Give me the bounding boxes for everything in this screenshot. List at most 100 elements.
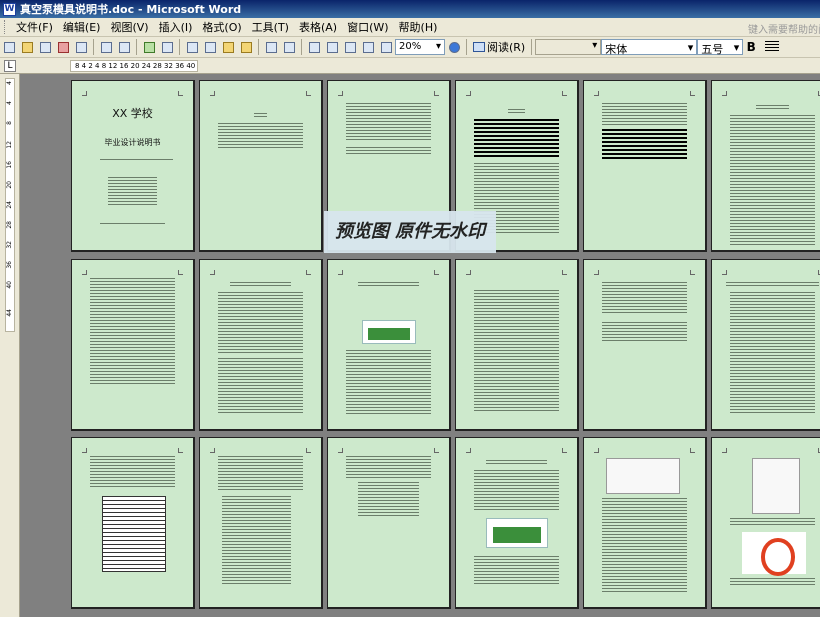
page-thumbnail[interactable] <box>199 80 323 252</box>
undo-button[interactable] <box>263 39 279 55</box>
page-thumbnail[interactable] <box>327 437 451 609</box>
page-thumbnail[interactable] <box>71 437 195 609</box>
page-thumbnail[interactable] <box>199 437 323 609</box>
page-corner-mark <box>594 448 599 453</box>
help-button[interactable] <box>446 39 462 55</box>
font-size-select[interactable]: 五号 ▾ <box>697 39 744 56</box>
horizontal-ruler[interactable]: 8 4 2 4 8 12 16 20 24 28 32 36 40 44 48 <box>70 60 198 72</box>
tables-borders-button[interactable] <box>324 39 340 55</box>
style-select[interactable]: ▾ <box>535 39 602 55</box>
preview-watermark: 预览图 原件无水印 <box>324 211 496 253</box>
menu-help[interactable]: 帮助(H) <box>394 19 443 35</box>
v-ruler-tick: 28 <box>6 221 13 229</box>
font-size-value: 五号 <box>701 43 724 56</box>
menu-table[interactable]: 表格(A) <box>294 19 342 35</box>
v-ruler-tick: 24 <box>6 201 13 209</box>
research-button[interactable] <box>159 39 175 55</box>
save-button[interactable] <box>37 39 53 55</box>
watermark-text: 预览图 原件无水印 <box>334 221 486 242</box>
v-ruler-tick: 32 <box>6 241 13 249</box>
format-painter-icon <box>240 41 252 53</box>
copy-button[interactable] <box>202 39 218 55</box>
page-thumbnail[interactable] <box>583 437 707 609</box>
scissors-icon <box>186 41 198 53</box>
page-thumbnail[interactable] <box>711 80 820 252</box>
page-thumbnail[interactable]: XX 学校 毕业设计说明书 <box>71 80 195 252</box>
menu-tools[interactable]: 工具(T) <box>247 19 294 35</box>
insert-table-button[interactable] <box>342 39 358 55</box>
page-thumbnail[interactable] <box>327 259 451 431</box>
heading-block <box>358 282 419 286</box>
new-document-button[interactable] <box>1 39 17 55</box>
page-thumbnail[interactable] <box>71 259 195 431</box>
page-corner-mark <box>722 91 727 96</box>
chevron-down-icon: ▾ <box>687 41 694 54</box>
columns-button[interactable] <box>360 39 376 55</box>
heading-block <box>726 282 819 286</box>
text-block <box>346 147 431 155</box>
tab-selector[interactable]: L <box>4 60 16 72</box>
page-thumbnail[interactable] <box>199 259 323 431</box>
hyperlink-button[interactable] <box>306 39 322 55</box>
paste-button[interactable] <box>220 39 236 55</box>
menu-insert[interactable]: 插入(I) <box>154 19 198 35</box>
justify-icon[interactable] <box>765 41 780 53</box>
drawing-button[interactable] <box>378 39 394 55</box>
data-table-sketch <box>102 496 166 572</box>
spelling-button[interactable] <box>141 39 157 55</box>
document-canvas[interactable]: XX 学校 毕业设计说明书 <box>21 74 820 617</box>
page-thumbnail[interactable] <box>455 437 579 609</box>
v-ruler-tick: 36 <box>6 261 13 269</box>
page-thumbnail[interactable] <box>455 259 579 431</box>
font-select[interactable]: 宋体 ▾ <box>601 39 698 56</box>
cut-button[interactable] <box>184 39 200 55</box>
new-document-icon <box>3 41 15 53</box>
word-app-icon[interactable]: W <box>3 2 16 16</box>
menu-format[interactable]: 格式(O) <box>197 19 246 35</box>
read-label: 阅读(R) <box>487 41 526 54</box>
open-button[interactable] <box>19 39 35 55</box>
menu-window[interactable]: 窗口(W) <box>342 19 393 35</box>
format-painter-button[interactable] <box>238 39 254 55</box>
email-button[interactable] <box>73 39 89 55</box>
v-ruler-tick: 8 <box>6 121 13 125</box>
read-button[interactable]: 阅读(R) <box>470 39 528 55</box>
page-thumbnail[interactable] <box>583 80 707 252</box>
page-corner-mark <box>690 448 695 453</box>
v-ruler-tick: 12 <box>6 141 13 149</box>
page-thumbnail[interactable] <box>711 437 820 609</box>
toolbar-separator <box>179 39 180 55</box>
print-preview-button[interactable] <box>116 39 132 55</box>
v-ruler-tick: 4 <box>6 81 13 85</box>
page-thumbnail[interactable] <box>583 259 707 431</box>
v-ruler-tick: 20 <box>6 181 13 189</box>
help-search-input[interactable]: 键入需要帮助的问题 <box>746 18 820 36</box>
text-block <box>730 292 815 414</box>
menu-grip[interactable] <box>4 20 7 34</box>
spelling-icon <box>143 41 155 53</box>
menu-view[interactable]: 视图(V) <box>105 19 153 35</box>
cover-subtitle: 毕业设计说明书 <box>104 138 161 147</box>
page-corner-mark <box>210 91 215 96</box>
copy-icon <box>204 41 216 53</box>
redo-icon <box>283 41 295 53</box>
vertical-ruler[interactable]: 4 4 8 12 16 20 24 28 32 36 40 44 <box>5 78 15 332</box>
print-button[interactable] <box>98 39 114 55</box>
page-corner-mark <box>722 270 727 275</box>
page-corner-mark <box>722 448 727 453</box>
zoom-select[interactable]: 20% ▾ <box>395 39 445 55</box>
redo-button[interactable] <box>281 39 297 55</box>
bold-button[interactable]: B <box>743 40 759 54</box>
zoom-value: 20% <box>399 41 422 52</box>
text-block <box>90 456 175 488</box>
toc-block <box>474 119 559 159</box>
print-preview-icon <box>118 41 130 53</box>
menu-edit[interactable]: 编辑(E) <box>58 19 106 35</box>
permission-button[interactable] <box>55 39 71 55</box>
technical-drawing <box>752 458 800 514</box>
chevron-down-icon: ▾ <box>733 41 740 54</box>
page-thumbnail[interactable] <box>711 259 820 431</box>
menu-bar: 文件(F) 编辑(E) 视图(V) 插入(I) 格式(O) 工具(T) 表格(A… <box>0 18 820 37</box>
page-corner-mark <box>210 448 215 453</box>
menu-file[interactable]: 文件(F) <box>11 19 58 35</box>
